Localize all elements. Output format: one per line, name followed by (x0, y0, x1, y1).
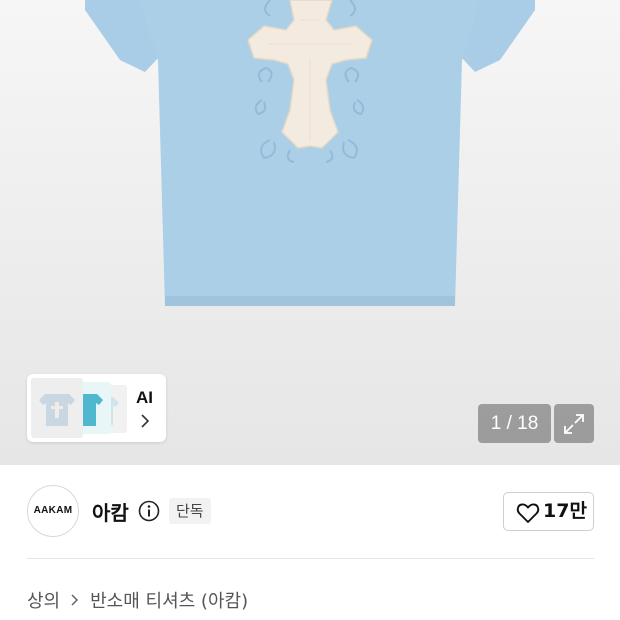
image-page-counter: 1 / 18 (478, 404, 551, 443)
breadcrumb: 상의 반소매 티셔츠 (아캄) (27, 588, 248, 612)
thumbnail-1 (31, 378, 83, 438)
ai-similar-products-button[interactable]: AI (27, 374, 166, 442)
expand-image-button[interactable] (554, 404, 594, 443)
breadcrumb-item-category[interactable]: 상의 (27, 587, 60, 613)
breadcrumb-item-subcategory[interactable]: 반소매 티셔츠 (아캄) (90, 587, 248, 613)
product-gallery[interactable]: AI 1 / 18 (0, 0, 620, 465)
thumbnail-stack (31, 378, 127, 438)
divider (27, 558, 594, 559)
ai-label: AI (136, 388, 153, 407)
info-icon[interactable] (138, 500, 160, 522)
expand-icon (564, 414, 584, 434)
brand-name[interactable]: 아캄 (92, 497, 129, 526)
exclusive-badge: 단독 (169, 498, 211, 524)
heart-icon (516, 503, 540, 523)
like-count: 17만 (543, 500, 587, 522)
chevron-right-icon (71, 594, 79, 606)
brand-logo[interactable]: AAKAM (27, 485, 79, 537)
like-button[interactable]: 17만 (503, 492, 594, 531)
chevron-right-icon (141, 414, 150, 428)
